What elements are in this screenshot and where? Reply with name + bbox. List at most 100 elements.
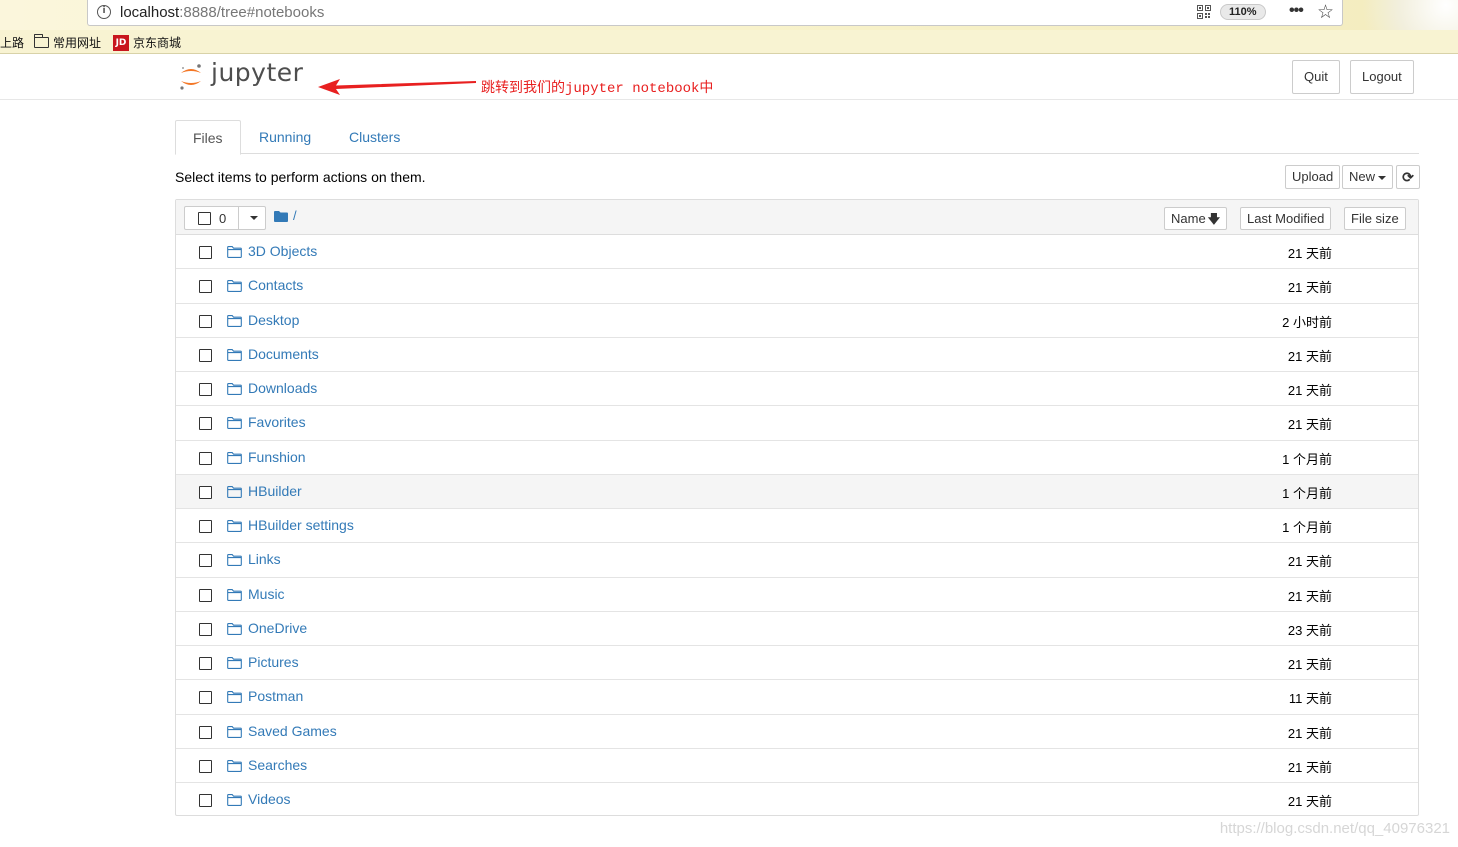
file-name-link[interactable]: Funshion <box>248 449 306 465</box>
row-checkbox[interactable] <box>199 588 212 602</box>
folder-icon <box>227 759 242 772</box>
breadcrumb-root[interactable]: / <box>293 208 297 223</box>
row-checkbox[interactable] <box>199 520 212 533</box>
table-row[interactable]: Downloads 21 天前 <box>176 372 1418 407</box>
folder-solid-icon[interactable] <box>274 211 288 222</box>
site-info-icon[interactable]: i <box>97 5 111 19</box>
sort-by-size-button[interactable]: File size <box>1344 207 1406 230</box>
selected-count: 0 <box>219 211 227 226</box>
row-checkbox[interactable] <box>199 725 212 739</box>
quit-button[interactable]: Quit <box>1292 60 1340 94</box>
file-name-link[interactable]: Videos <box>248 791 291 807</box>
row-checkbox[interactable] <box>199 759 212 773</box>
tab-files[interactable]: Files <box>175 120 241 155</box>
row-checkbox[interactable] <box>199 246 212 259</box>
table-row[interactable]: HBuilder settings 1 个月前 <box>176 509 1418 544</box>
file-name-link[interactable]: Desktop <box>248 312 299 328</box>
table-row[interactable]: Favorites 21 天前 <box>176 406 1418 441</box>
file-name-link[interactable]: Pictures <box>248 654 299 670</box>
file-name-link[interactable]: Contacts <box>248 277 303 293</box>
file-name-link[interactable]: Favorites <box>248 414 306 430</box>
file-name-link[interactable]: Music <box>248 586 285 602</box>
refresh-button[interactable]: ⟳ <box>1396 165 1420 189</box>
table-row[interactable]: Links 21 天前 <box>176 543 1418 578</box>
bookmark-star-icon[interactable]: ☆ <box>1317 1 1334 24</box>
address-bar[interactable]: i localhost:8888/tree#notebooks 110% •••… <box>87 0 1343 26</box>
table-row[interactable]: HBuilder 1 个月前 <box>176 474 1418 509</box>
bookmark-item-jd[interactable]: JD 京东商城 <box>113 34 181 51</box>
row-checkbox[interactable] <box>199 554 212 568</box>
sort-by-name-button[interactable]: Name 🡇 <box>1164 207 1228 230</box>
folder-icon <box>227 279 242 293</box>
folder-icon <box>227 656 242 669</box>
table-row[interactable]: Desktop 2 小时前 <box>176 304 1418 338</box>
row-checkbox[interactable] <box>199 383 212 396</box>
file-name-link[interactable]: Saved Games <box>248 723 337 739</box>
file-list: 0 / Name 🡇 Last Modified File size 3D Obj… <box>175 199 1419 816</box>
last-modified: 21 天前 <box>1287 417 1332 433</box>
table-row[interactable]: Searches 21 天前 <box>176 749 1418 783</box>
file-name-link[interactable]: Postman <box>248 688 303 704</box>
table-row[interactable]: Documents 21 天前 <box>176 338 1418 372</box>
table-row[interactable]: Contacts 21 天前 <box>176 269 1418 304</box>
row-checkbox[interactable] <box>199 485 212 499</box>
last-modified: 21 天前 <box>1287 554 1332 570</box>
row-checkbox[interactable] <box>199 280 212 294</box>
row-checkbox[interactable] <box>199 451 212 465</box>
select-all-checkbox[interactable] <box>198 212 211 225</box>
row-checkbox[interactable] <box>199 657 212 670</box>
folder-icon <box>227 519 242 532</box>
file-name-link[interactable]: HBuilder <box>248 483 302 499</box>
more-actions-icon[interactable]: ••• <box>1289 2 1304 20</box>
file-name-link[interactable]: Links <box>248 551 281 567</box>
file-list-header: 0 / Name 🡇 Last Modified File size <box>176 200 1418 235</box>
table-row[interactable]: Videos 21 天前 <box>176 783 1418 817</box>
jupyter-logo-text[interactable]: jupyter <box>211 58 303 87</box>
row-checkbox[interactable] <box>199 691 212 705</box>
last-modified: 21 天前 <box>1287 725 1332 741</box>
row-checkbox[interactable] <box>199 622 212 636</box>
tab-running[interactable]: Running <box>242 120 328 154</box>
sort-by-modified-button[interactable]: Last Modified <box>1240 207 1332 230</box>
caret-down-icon <box>1378 175 1387 180</box>
file-name-link[interactable]: 3D Objects <box>248 243 317 259</box>
url-text[interactable]: localhost:8888/tree#notebooks <box>120 4 324 21</box>
selection-hint: Select items to perform actions on them. <box>175 169 426 185</box>
upload-button[interactable]: Upload <box>1285 165 1341 189</box>
annotation-arrow-icon <box>318 79 476 95</box>
selection-dropdown[interactable] <box>243 210 265 226</box>
folder-icon <box>33 34 49 48</box>
table-row[interactable]: Pictures 21 天前 <box>176 646 1418 681</box>
logout-button[interactable]: Logout <box>1350 60 1414 94</box>
bookmark-item[interactable]: 上路 <box>0 34 24 51</box>
table-row[interactable]: Postman 11 天前 <box>176 680 1418 715</box>
file-name-link[interactable]: Searches <box>248 757 307 773</box>
file-name-link[interactable]: Documents <box>248 346 319 362</box>
file-name-link[interactable]: HBuilder settings <box>248 517 354 533</box>
row-checkbox[interactable] <box>199 314 212 328</box>
folder-icon <box>227 622 242 635</box>
row-checkbox[interactable] <box>199 794 212 807</box>
zoom-level-badge[interactable]: 110% <box>1220 4 1266 20</box>
annotation-text: 跳转到我们的jupyter notebook中 <box>481 81 714 97</box>
table-row[interactable]: Music 21 天前 <box>176 578 1418 612</box>
table-row[interactable]: OneDrive 23 天前 <box>176 612 1418 646</box>
bookmark-folder-common-sites[interactable]: 常用网址 <box>33 34 101 51</box>
last-modified: 1 个月前 <box>1282 485 1332 501</box>
row-checkbox[interactable] <box>199 417 212 431</box>
folder-icon <box>227 588 242 601</box>
last-modified: 21 天前 <box>1287 280 1332 296</box>
tab-clusters[interactable]: Clusters <box>332 120 417 154</box>
row-checkbox[interactable] <box>199 348 212 362</box>
file-name-link[interactable]: Downloads <box>248 380 317 396</box>
folder-icon <box>227 245 242 258</box>
new-dropdown-button[interactable]: New <box>1342 165 1394 189</box>
table-row[interactable]: Funshion 1 个月前 <box>176 441 1418 475</box>
folder-icon <box>227 690 242 704</box>
last-modified: 21 天前 <box>1287 657 1332 672</box>
file-name-link[interactable]: OneDrive <box>248 620 307 636</box>
table-row[interactable]: 3D Objects 21 天前 <box>176 235 1418 270</box>
jupyter-logo-icon[interactable] <box>178 62 204 92</box>
qr-code-icon[interactable] <box>1197 5 1211 19</box>
table-row[interactable]: Saved Games 21 天前 <box>176 715 1418 749</box>
